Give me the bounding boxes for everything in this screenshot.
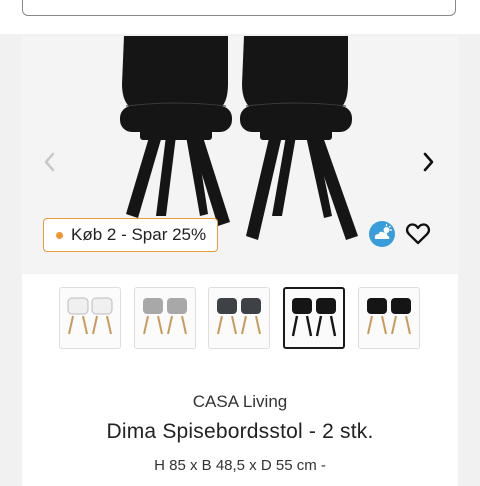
heart-outline-icon[interactable] xyxy=(405,222,431,246)
chevron-right-icon[interactable] xyxy=(414,148,442,176)
chevron-left-icon[interactable] xyxy=(36,148,64,176)
cloud-sun-icon[interactable] xyxy=(368,220,396,248)
thumbnail-white[interactable] xyxy=(59,287,121,349)
product-card: Køb 2 - Spar 25% CASA Living Dima Spiseb… xyxy=(22,36,458,486)
thumbnail-dark-grey[interactable] xyxy=(208,287,270,349)
chair-thumbnail-image xyxy=(67,297,113,335)
product-title: Dima Spisebordsstol - 2 stk. xyxy=(106,420,374,443)
top-bar xyxy=(0,0,480,34)
chair-thumbnail-image xyxy=(217,298,261,335)
thumbnail-black[interactable] xyxy=(358,287,420,349)
search-input[interactable] xyxy=(22,0,456,16)
product-brand[interactable]: CASA Living xyxy=(22,392,458,412)
promo-badge-label: Køb 2 - Spar 25% xyxy=(71,225,207,244)
chair-thumbnail-image xyxy=(143,298,187,335)
promo-dot xyxy=(56,231,63,239)
chair-thumbnail-image xyxy=(367,298,411,335)
promo-badge: Køb 2 - Spar 25% xyxy=(43,218,219,252)
thumbnail-light-grey[interactable] xyxy=(134,287,196,349)
product-image-gallery[interactable]: Køb 2 - Spar 25% xyxy=(22,36,458,274)
thumbnail-black-black-legs[interactable] xyxy=(283,287,345,349)
product-dimensions: H 85 x B 48,5 x D 55 cm - xyxy=(154,457,326,474)
chair-thumbnail-image xyxy=(291,298,337,337)
